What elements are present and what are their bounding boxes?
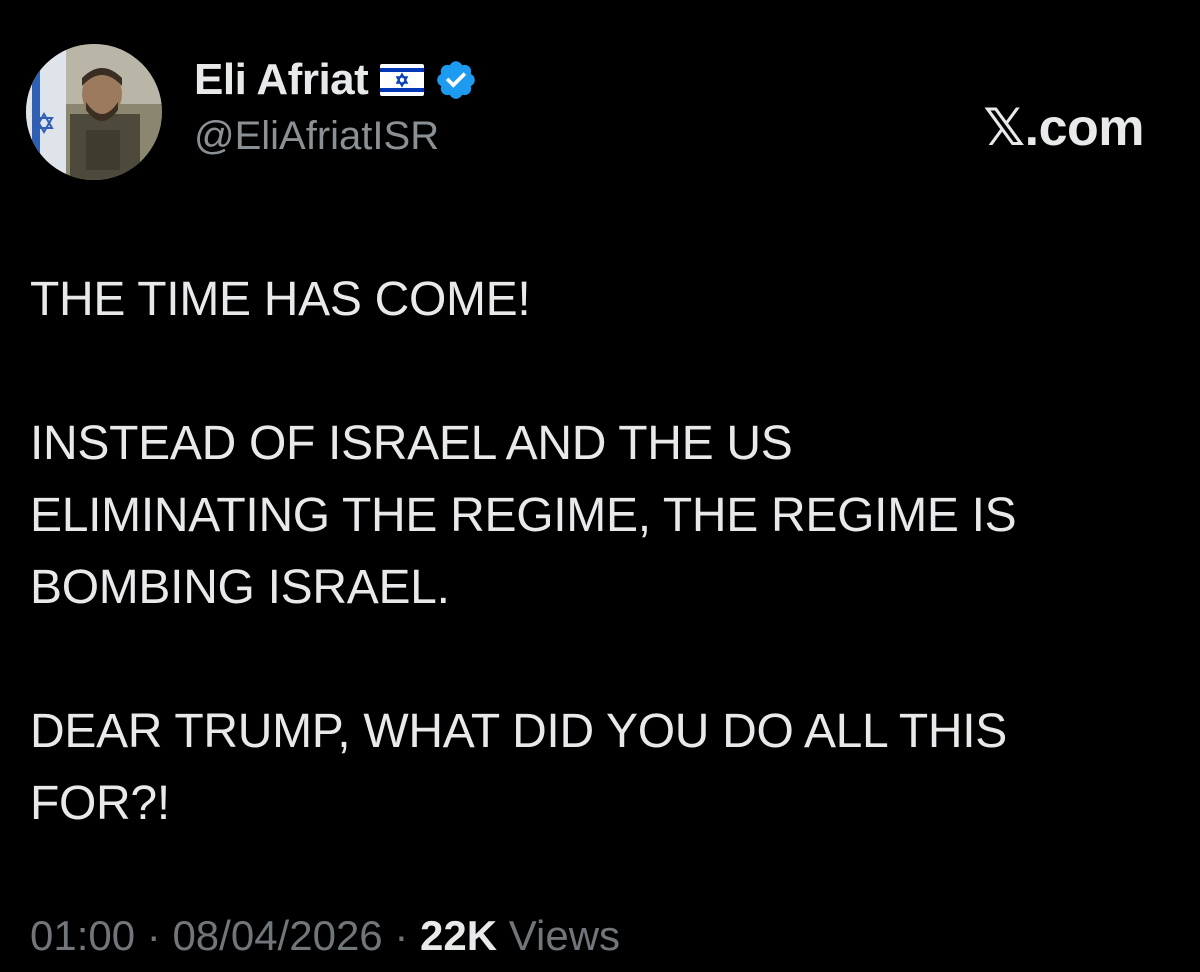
- meta-separator: ·: [394, 912, 409, 959]
- tweet-meta: 01:00 · 08/04/2026 · 22K Views: [30, 912, 620, 960]
- name-row: Eli Afriat: [194, 54, 478, 106]
- tweet-line: FOR?!: [30, 777, 170, 830]
- tweet-header: Eli Afriat @EliAfriatISR 𝕏.com: [26, 44, 1176, 184]
- tweet-line: THE TIME HAS COME!: [30, 273, 531, 326]
- display-name[interactable]: Eli Afriat: [194, 55, 369, 105]
- tweet-line: INSTEAD OF ISRAEL AND THE US: [30, 417, 793, 470]
- x-logo: 𝕏.com: [983, 99, 1144, 157]
- author-handle[interactable]: @EliAfriatISR: [194, 114, 478, 159]
- views-count: 22K: [420, 912, 498, 959]
- tweet-card: Eli Afriat @EliAfriatISR 𝕏.com THE TIME …: [0, 0, 1200, 972]
- tweet-date[interactable]: 08/04/2026: [172, 912, 382, 959]
- israel-flag-icon: [380, 64, 425, 96]
- avatar-image: [26, 44, 162, 180]
- tweet-time[interactable]: 01:00: [30, 912, 135, 959]
- meta-separator: ·: [146, 912, 161, 959]
- tweet-text: THE TIME HAS COME! INSTEAD OF ISRAEL AND…: [30, 264, 1160, 840]
- verified-badge-icon[interactable]: [434, 58, 478, 102]
- views-label: Views: [508, 912, 621, 959]
- avatar[interactable]: [26, 44, 162, 180]
- author-block: Eli Afriat @EliAfriatISR: [194, 54, 478, 159]
- tweet-line: ELIMINATING THE REGIME, THE REGIME IS: [30, 489, 1017, 542]
- tweet-line: BOMBING ISRAEL.: [30, 561, 450, 614]
- tweet-line: DEAR TRUMP, WHAT DID YOU DO ALL THIS: [30, 705, 1007, 758]
